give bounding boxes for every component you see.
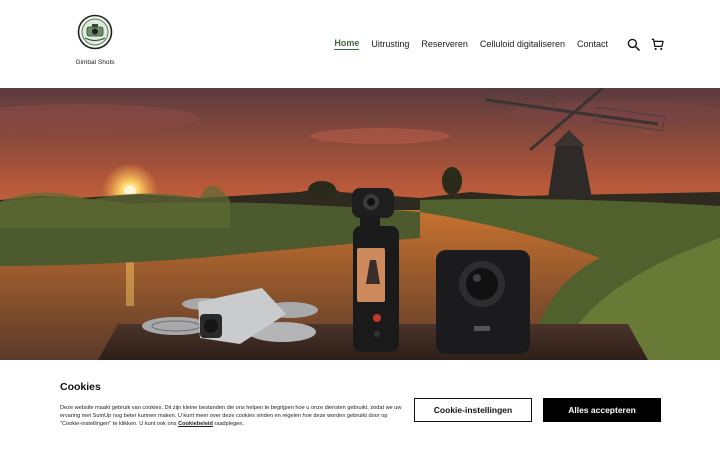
cookie-title: Cookies [60,381,101,393]
cookie-description-end: raadplegen. [212,421,245,427]
site-header: Gimbal Shots Home Uitrusting Reserveren … [0,0,720,88]
action-camera-shape [436,250,530,354]
logo-emblem-icon [77,14,113,50]
nav-item-celluloid-digitaliseren[interactable]: Celluloid digitaliseren [480,39,565,49]
cart-icon[interactable] [650,37,664,51]
nav-item-home[interactable]: Home [334,38,360,50]
nav-item-contact[interactable]: Contact [577,39,608,49]
accept-all-cookies-button[interactable]: Alles accepteren [543,398,661,422]
cookie-policy-link[interactable]: Cookiebeleid [178,421,213,427]
brand-logo[interactable]: Gimbal Shots [64,14,126,72]
pocket-camera-shape [352,188,399,352]
nav-item-reserveren[interactable]: Reserveren [421,39,468,49]
nav-icon-group [626,37,664,51]
search-icon[interactable] [626,37,640,51]
hero-image [0,88,720,360]
brand-name: Gimbal Shots [75,59,115,66]
nav-item-uitrusting[interactable]: Uitrusting [371,39,409,49]
hero-sunset-windmill-picture [0,88,720,360]
main-navigation: Home Uitrusting Reserveren Celluloid dig… [334,36,664,52]
cookie-description: Deze website maakt gebruik van cookies. … [60,404,410,428]
cookie-settings-button[interactable]: Cookie-instellingen [414,398,532,422]
